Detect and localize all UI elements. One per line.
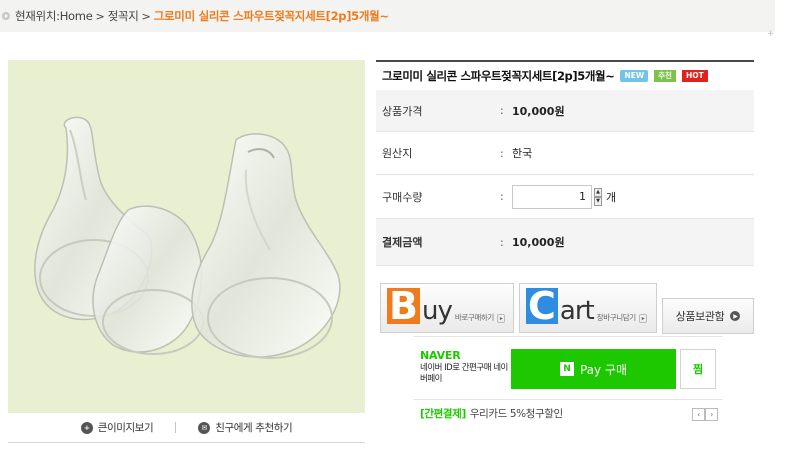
quantity-down-icon[interactable]: ▼ [594, 196, 602, 206]
product-title: 그로미미 실리콘 스파우트젖꼭지세트[2p]5개월~ [382, 69, 615, 83]
total-value: 10,000원 [512, 236, 565, 249]
buy-now-button[interactable]: B uy 바로구매하기 [380, 283, 514, 333]
promo-banner: [간편결제] 우리카드 5%청구할인 ‹ › [414, 399, 722, 427]
promo-text: 우리카드 5%청구할인 [469, 408, 563, 420]
origin-row: 원산지 : 한국 [376, 132, 754, 175]
quantity-up-icon[interactable]: ▲ [594, 187, 602, 197]
quantity-label: 구매수량 [382, 190, 423, 204]
cart-sub-label: 장바구니담기 [597, 312, 648, 323]
zoom-image-label: 큰이미지보기 [97, 422, 154, 434]
buy-big-letter: B [387, 284, 420, 328]
buy-sub-label: 바로구매하기 [455, 312, 506, 323]
breadcrumb-separator: > [95, 9, 105, 23]
chevron-left-icon[interactable]: ‹ [692, 408, 705, 421]
share-icon: ✉ [198, 421, 211, 434]
wishlist-button[interactable]: 상품보관함 ▶ [662, 298, 754, 334]
promo-tag: [간편결제] [420, 408, 466, 420]
zzim-button[interactable]: 찜 [680, 349, 716, 389]
hot-badge: HOT [681, 70, 708, 82]
new-badge: NEW [620, 70, 649, 82]
image-actions: + 큰이미지보기 ✉ 친구에게 추천하기 [8, 413, 365, 443]
breadcrumb-separator: > [141, 9, 151, 23]
colon: : [500, 235, 504, 249]
total-row: 결제금액 : 10,000원 [376, 219, 754, 266]
recommend-friend-button[interactable]: ✉ 친구에게 추천하기 [198, 420, 293, 435]
wishlist-label: 상품보관함 [675, 310, 725, 323]
quantity-row: 구매수량 : ▲ ▼ 개 [376, 175, 754, 219]
origin-value: 한국 [512, 147, 533, 160]
naver-pay-label: Pay 구매 [579, 362, 628, 377]
naver-logo: NAVER [420, 349, 461, 362]
total-label: 결제금액 [382, 236, 423, 249]
magnifier-icon: + [80, 421, 93, 434]
price-value: 10,000원 [512, 104, 565, 118]
breadcrumb: 현재위치 : Home > 젖꼭지 > 그로미미 실리콘 스파우트젖꼭지세트[2… [0, 0, 775, 32]
price-label: 상품가격 [382, 104, 423, 118]
recommend-badge: 추천 [654, 70, 676, 82]
product-image[interactable] [8, 60, 365, 413]
price-row: 상품가격 : 10,000원 [376, 90, 754, 132]
colon: : [500, 146, 504, 160]
buy-rest-text: uy [421, 296, 453, 326]
bullet-icon [2, 12, 10, 20]
naver-n-icon: N [559, 362, 574, 376]
naver-pay-box: NAVER 네이버 ID로 간편구매 네이버페이 N Pay 구매 찜 [간편결… [414, 336, 722, 428]
nipple-illustration [34, 116, 341, 359]
product-title-row: 그로미미 실리콘 스파우트젖꼭지세트[2p]5개월~ NEW 추천 HOT [376, 60, 754, 90]
chevron-right-icon[interactable]: › [705, 408, 718, 421]
promo-nav: ‹ › [692, 408, 718, 421]
colon: : [500, 104, 504, 117]
origin-label: 원산지 [382, 147, 413, 160]
breadcrumb-category[interactable]: 젖꼭지 [108, 8, 139, 24]
divider [175, 422, 177, 433]
plus-icon: + [767, 29, 775, 39]
breadcrumb-current: 그로미미 실리콘 스파우트젖꼭지세트[2p]5개월~ [153, 9, 389, 23]
naver-pay-button[interactable]: N Pay 구매 [511, 349, 676, 389]
recommend-friend-label: 친구에게 추천하기 [215, 422, 293, 434]
naver-description: 네이버 ID로 간편구매 네이버페이 [420, 363, 508, 384]
add-to-cart-button[interactable]: C art 장바구니담기 [519, 283, 657, 333]
breadcrumb-label: 현재위치 [15, 9, 57, 23]
colon: : [500, 190, 504, 203]
cart-rest-text: art [559, 296, 595, 326]
zoom-image-button[interactable]: + 큰이미지보기 [80, 420, 154, 435]
quantity-unit: 개 [606, 190, 617, 204]
arrow-right-icon: ▶ [730, 311, 741, 321]
cart-big-letter: C [526, 284, 558, 328]
quantity-stepper: ▲ ▼ [594, 187, 602, 206]
quantity-input[interactable] [512, 184, 592, 209]
breadcrumb-home[interactable]: Home [60, 9, 93, 23]
